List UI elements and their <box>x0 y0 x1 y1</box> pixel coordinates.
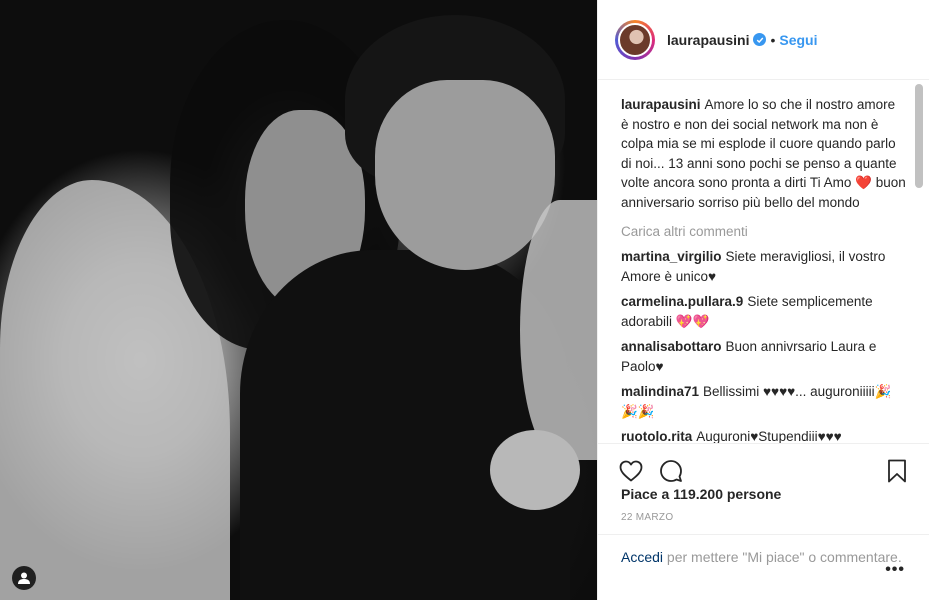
login-link[interactable]: Accedi <box>621 549 663 565</box>
post-header: laurapausini • Segui <box>598 0 929 80</box>
comment-username[interactable]: martina_virgilio <box>621 249 722 264</box>
header-username[interactable]: laurapausini <box>667 32 749 48</box>
action-bar <box>598 443 929 489</box>
header-separator: • <box>770 31 776 48</box>
verified-badge-icon <box>753 33 767 46</box>
load-more-comments-button[interactable]: Carica altri commenti <box>621 224 906 239</box>
speech-bubble-icon[interactable] <box>658 458 684 484</box>
login-prompt-text: per mettere "Mi piace" o commentare. <box>663 549 902 565</box>
comment-emoji: 💖💖 <box>675 313 710 329</box>
caption-username[interactable]: laurapausini <box>621 97 701 112</box>
likes-count[interactable]: Piace a 119.200 persone <box>621 486 781 502</box>
list-item: carmelina.pullara.9 Siete semplicemente a… <box>621 292 906 331</box>
post-date: 22 MARZO <box>621 512 674 523</box>
heart-outline-icon[interactable] <box>618 458 644 484</box>
caption-emoji: ❤️ <box>855 175 872 190</box>
more-options-button[interactable]: ••• <box>885 561 905 579</box>
comment-username[interactable]: annalisabottaro <box>621 339 722 354</box>
comment-username[interactable]: carmelina.pullara.9 <box>621 294 743 309</box>
list-item: ruotolo.rita Auguroni♥Stupendiii♥♥♥ <box>621 427 906 443</box>
comment-text: Auguroni♥Stupendiii♥♥♥ <box>696 429 842 443</box>
bookmark-icon[interactable] <box>884 458 910 484</box>
comment-text: Bellissimi ♥♥♥♥... auguroniiiii <box>703 384 875 399</box>
follow-button[interactable]: Segui <box>779 32 817 48</box>
caption: laurapausini Amore lo so che il nostro am… <box>621 95 906 212</box>
list-item: annalisabottaro Buon annivrsario Laura e … <box>621 337 906 376</box>
comments-scrollbar[interactable] <box>915 84 923 188</box>
post-side-panel: laurapausini • Segui laurapausini Amore l… <box>597 0 929 600</box>
list-item: martina_virgilio Siete meravigliosi, il v… <box>621 247 906 286</box>
user-tag-icon[interactable] <box>12 566 36 590</box>
post-photo[interactable] <box>0 0 597 600</box>
login-prompt: Accedi per mettere "Mi piace" o commenta… <box>598 534 929 600</box>
comment-username[interactable]: malindina71 <box>621 384 699 399</box>
avatar[interactable] <box>615 19 655 60</box>
comments-list[interactable]: laurapausini Amore lo so che il nostro am… <box>598 81 929 443</box>
comment-username[interactable]: ruotolo.rita <box>621 429 692 443</box>
list-item: malindina71 Bellissimi ♥♥♥♥... auguroniii… <box>621 382 906 421</box>
